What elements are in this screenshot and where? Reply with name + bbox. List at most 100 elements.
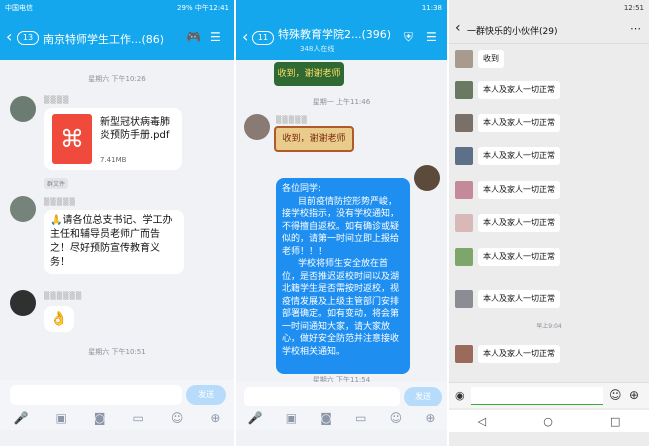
sticker-message[interactable]: 收到，谢谢老师	[274, 62, 344, 86]
avatar[interactable]	[455, 50, 473, 68]
menu-icon[interactable]: ☰	[426, 30, 437, 44]
camera-icon[interactable]: ◙	[94, 411, 106, 425]
unread-count-badge[interactable]: 11	[252, 31, 274, 45]
message-bubble[interactable]: 本人及家人一切正常	[478, 81, 560, 99]
wallet-icon[interactable]: ▭	[355, 411, 366, 425]
list-item: 收到	[449, 48, 649, 70]
message-paragraph: 目前疫情防控形势严峻，接学校指示，没有学校通知，不得擅自返校。如有确诊或疑似的，…	[282, 196, 400, 257]
image-icon[interactable]: ▣	[55, 411, 66, 425]
avatar[interactable]	[455, 214, 473, 232]
mic-icon[interactable]: 🎤	[14, 411, 29, 425]
message-input[interactable]	[471, 387, 603, 405]
online-count: 348人在线	[300, 45, 335, 53]
timestamp: 星期六 下午10:26	[88, 75, 146, 83]
back-icon[interactable]: ‹	[455, 20, 461, 36]
status-time: 29% 中午12:41	[177, 4, 229, 12]
file-message[interactable]: ⌘ 新型冠状病毒肺炎预防手册.pdf 7.41MB	[44, 108, 182, 170]
list-item: 本人及家人一切正常	[449, 179, 649, 201]
message-bubble[interactable]: 收到	[478, 50, 504, 68]
send-button[interactable]: 发送	[404, 387, 442, 407]
avatar[interactable]	[455, 81, 473, 99]
avatar[interactable]	[244, 114, 270, 140]
back-icon[interactable]: ‹	[242, 29, 248, 45]
group-title: 一群快乐的小伙伴(29)	[467, 27, 558, 37]
status-time: 11:38	[421, 4, 442, 12]
avatar[interactable]	[455, 181, 473, 199]
input-bar: ◉ ☺ ⊕	[449, 382, 649, 408]
plus-icon[interactable]: ⊕	[425, 411, 435, 425]
sender-name: ▒▒▒▒▒	[276, 116, 308, 124]
text-message[interactable]: 🙏请各位总支书记、学工办主任和辅导员老师广而告之！尽好预防宣传教育义务！	[44, 210, 184, 274]
message-text: 请各位总支书记、学工办主任和辅导员老师广而告之！尽好预防宣传教育义务！	[50, 215, 173, 268]
avatar[interactable]	[10, 96, 36, 122]
pdf-icon: ⌘	[52, 114, 92, 164]
avatar[interactable]	[455, 345, 473, 363]
message-bubble[interactable]: 本人及家人一切正常	[478, 290, 560, 308]
carrier-label: 中国电信	[5, 4, 33, 12]
image-icon[interactable]: ▣	[286, 411, 297, 425]
chat-panel-2: 11:38 ‹ 11 特殊教育学院2...(396) 348人在线 ⛨ ☰ 收到…	[236, 0, 447, 446]
avatar[interactable]	[10, 196, 36, 222]
recents-square-icon[interactable]: □	[610, 415, 620, 428]
status-bar: 中国电信 29% 中午12:41	[0, 0, 234, 16]
group-title: 特殊教育学院2...(396)	[278, 28, 392, 41]
avatar[interactable]	[455, 290, 473, 308]
status-bar: 11:38	[236, 0, 447, 16]
unread-count-badge[interactable]: 13	[17, 31, 39, 45]
list-item: 本人及家人一切正常	[449, 145, 649, 167]
status-time: 12:51	[623, 4, 644, 12]
message-bubble[interactable]: 本人及家人一切正常	[478, 345, 560, 363]
message-input[interactable]	[10, 385, 182, 405]
avatar[interactable]	[455, 114, 473, 132]
timestamp: 星期六 下午10:51	[88, 348, 146, 356]
message-greeting: 各位同学:	[282, 184, 322, 194]
menu-icon[interactable]: ☰	[210, 30, 221, 44]
plus-icon[interactable]: ⊕	[629, 388, 639, 402]
avatar[interactable]	[455, 248, 473, 266]
system-nav-bar: ◁ ○ □	[449, 410, 649, 432]
message-paragraph: 学校将师生安全放在首位，是否推迟返校时间以及湖北籍学生是否需按时返校，视疫情发展…	[282, 259, 400, 357]
message-bubble[interactable]: 本人及家人一切正常	[478, 214, 560, 232]
file-tag: 群文件	[44, 178, 69, 189]
list-item: 本人及家人一切正常	[449, 343, 649, 365]
notice-message[interactable]: 各位同学: 目前疫情防控形势严峻，接学校指示，没有学校通知，不得擅自返校。如有确…	[276, 178, 410, 374]
chat-panel-1: 中国电信 29% 中午12:41 ‹ 13 南京特师学生工作...(86) 🎮 …	[0, 0, 234, 446]
back-triangle-icon[interactable]: ◁	[478, 415, 486, 428]
group-title: 南京特师学生工作...(86)	[43, 33, 165, 46]
chat-header: ‹ 11 特殊教育学院2...(396) 348人在线 ⛨ ☰	[236, 16, 447, 60]
plus-icon[interactable]: ⊕	[210, 411, 220, 425]
chat-panel-3: 12:51 ‹ 一群快乐的小伙伴(29) ⋯ 收到 本人及家人一切正常 本人及家…	[449, 0, 649, 446]
send-button[interactable]: 发送	[186, 385, 226, 405]
toolbar: 🎤 ▣ ◙ ▭ ☺ ⊕	[236, 406, 447, 430]
chat-header: ‹ 13 南京特师学生工作...(86) 🎮 ☰	[0, 16, 234, 60]
emoji-icon[interactable]: ☺	[171, 411, 184, 425]
list-item: 本人及家人一切正常	[449, 79, 649, 101]
timestamp: 星期一 上午11:46	[312, 98, 371, 106]
home-circle-icon[interactable]: ○	[543, 415, 553, 428]
message-bubble[interactable]: 本人及家人一切正常	[478, 147, 560, 165]
mic-icon[interactable]: 🎤	[248, 411, 263, 425]
emoji-message[interactable]: 👌	[44, 306, 74, 332]
file-name: 新型冠状病毒肺炎预防手册.pdf	[100, 117, 170, 141]
avatar[interactable]	[10, 290, 36, 316]
game-icon[interactable]: 🎮	[186, 30, 201, 44]
camera-icon[interactable]: ◙	[320, 411, 332, 425]
message-input[interactable]	[244, 387, 400, 407]
status-bar: 12:51	[449, 0, 649, 16]
chat-header: ‹ 一群快乐的小伙伴(29) ⋯	[449, 16, 649, 44]
emoji-icon[interactable]: ☺	[609, 388, 622, 402]
avatar[interactable]	[414, 165, 440, 191]
back-icon[interactable]: ‹	[6, 29, 12, 45]
list-item: 本人及家人一切正常	[449, 288, 649, 310]
message-bubble[interactable]: 本人及家人一切正常	[478, 181, 560, 199]
message-bubble[interactable]: 本人及家人一切正常	[478, 248, 560, 266]
sticker-message[interactable]: 收到，谢谢老师	[274, 126, 354, 152]
emoji-icon[interactable]: ☺	[390, 411, 403, 425]
message-bubble[interactable]: 本人及家人一切正常	[478, 114, 560, 132]
avatar[interactable]	[455, 147, 473, 165]
list-item: 本人及家人一切正常	[449, 112, 649, 134]
wallet-icon[interactable]: ▭	[133, 411, 144, 425]
shield-icon[interactable]: ⛨	[404, 30, 413, 45]
more-icon[interactable]: ⋯	[630, 22, 641, 35]
voice-icon[interactable]: ◉	[455, 389, 465, 402]
